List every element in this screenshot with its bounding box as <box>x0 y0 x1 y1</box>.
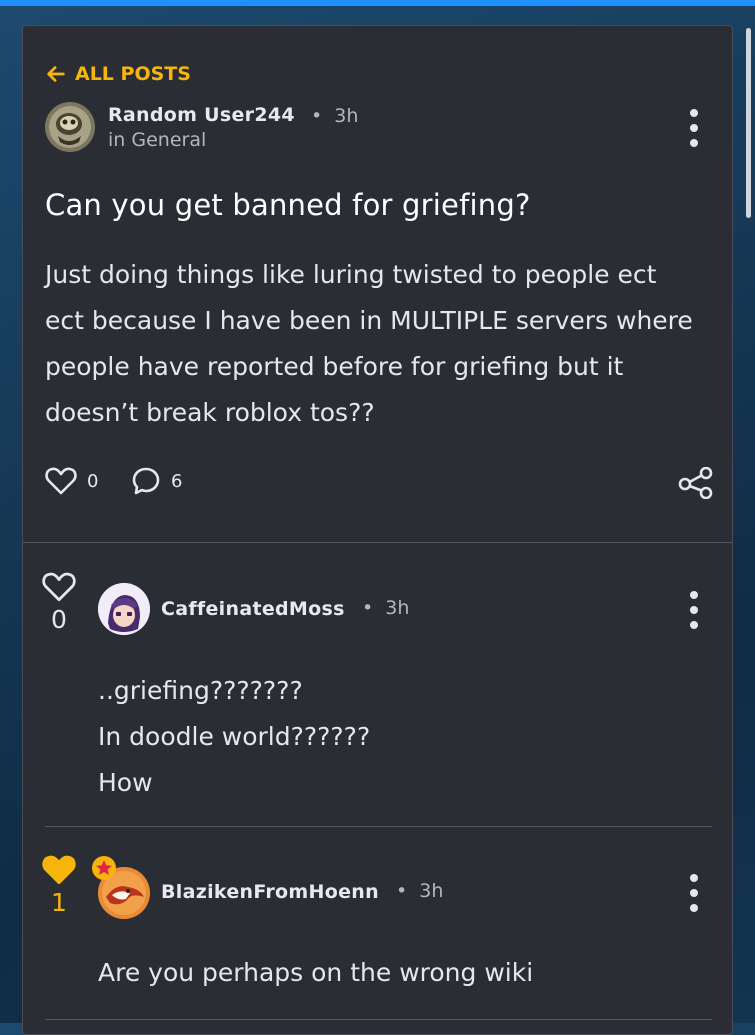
arrow-left-icon <box>47 66 65 82</box>
reply-time: 3h <box>419 880 444 902</box>
reply-body-line: In doodle world?????? <box>98 722 371 751</box>
reply-divider <box>45 1019 712 1020</box>
post-title: Can you get banned for griefing? <box>45 188 531 222</box>
scrollbar-thumb[interactable] <box>746 28 751 218</box>
avatar[interactable] <box>98 583 150 635</box>
reply-like-button[interactable]: 1 <box>42 854 76 917</box>
post-card: ALL POSTS Random User244 • 3h in General… <box>22 25 733 1035</box>
reply-like-count: 0 <box>51 605 67 634</box>
reply-divider <box>45 826 712 827</box>
like-count: 0 <box>87 470 99 492</box>
reply-body-line: Are you perhaps on the wrong wiki <box>98 958 534 987</box>
scrollbar[interactable] <box>739 6 755 1023</box>
reply-timestamp: • 3h <box>362 597 409 619</box>
reply-like-count: 1 <box>51 888 67 917</box>
speech-bubble-icon <box>132 467 160 495</box>
reply-body: ..griefing??????? In doodle world?????? … <box>98 668 370 806</box>
like-button[interactable]: 0 <box>45 466 98 496</box>
reply-body-line: ..griefing??????? <box>98 676 303 705</box>
avatar[interactable] <box>45 102 95 152</box>
separator-dot: • <box>362 597 374 619</box>
post-author-name[interactable]: Random User244 <box>108 104 295 126</box>
post-body-line: ect because I have been in MULTIPLE serv… <box>45 306 693 335</box>
post-divider <box>23 542 732 543</box>
comment-count: 6 <box>171 470 183 492</box>
heart-filled-icon <box>42 855 76 885</box>
post-more-options-icon[interactable] <box>684 109 704 147</box>
heart-icon <box>42 572 76 602</box>
reply-author-name[interactable]: CaffeinatedMoss <box>161 598 345 620</box>
post-body: Just doing things like luring twisted to… <box>45 252 717 436</box>
reply-timestamp: • 3h <box>396 880 443 902</box>
star-badge-icon <box>92 856 116 880</box>
heart-icon <box>45 467 77 495</box>
reply-time: 3h <box>385 597 410 619</box>
all-posts-label: ALL POSTS <box>75 63 191 85</box>
reply-author-name[interactable]: BlazikenFromHoenn <box>161 881 379 903</box>
post-body-line: people have reported before for griefing… <box>45 352 624 381</box>
reply-like-button[interactable]: 0 <box>42 571 76 634</box>
separator-dot: • <box>396 880 408 902</box>
browser-top-bar <box>0 0 755 6</box>
post-timestamp: • 3h <box>311 105 358 127</box>
share-icon[interactable] <box>678 467 714 499</box>
all-posts-link[interactable]: ALL POSTS <box>45 63 191 85</box>
separator-dot: • <box>311 105 323 127</box>
reply-more-options-icon[interactable] <box>684 591 704 629</box>
post-category[interactable]: in General <box>108 129 206 151</box>
reply-body-line: How <box>98 768 153 797</box>
reply-body: Are you perhaps on the wrong wiki <box>98 950 533 996</box>
post-time: 3h <box>334 105 359 127</box>
post-body-line: Just doing things like luring twisted to… <box>45 260 657 289</box>
reply-more-options-icon[interactable] <box>684 874 704 912</box>
comments-button[interactable]: 6 <box>131 466 182 496</box>
post-body-line: doesn’t break roblox tos?? <box>45 398 375 427</box>
